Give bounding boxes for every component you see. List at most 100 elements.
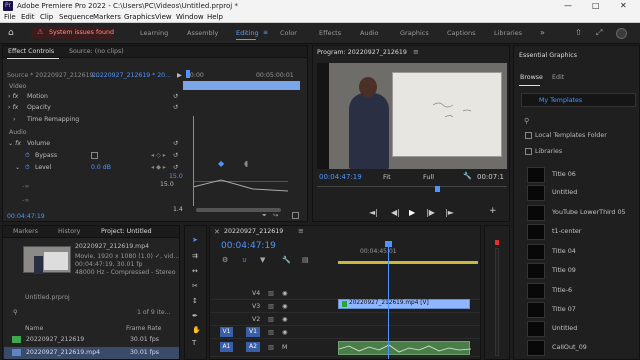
sync-lock-icon[interactable]: ▧ — [268, 329, 274, 336]
workspace-menu-icon[interactable]: ≡ — [263, 29, 268, 36]
col-name[interactable]: Name — [25, 325, 43, 332]
play-button[interactable]: ▶ — [409, 208, 415, 217]
menu-file[interactable]: File — [4, 13, 16, 22]
slip-tool-icon[interactable]: ↕ — [192, 297, 198, 305]
a1-source-patch[interactable]: A1 — [220, 342, 233, 352]
template-item[interactable]: Title 04 — [527, 243, 635, 261]
workspace-color[interactable]: Color — [280, 29, 297, 37]
step-back-icon[interactable]: ◄| — [369, 208, 378, 217]
reset-bypass-icon[interactable]: ↺ — [173, 152, 178, 159]
clip-thumbnail[interactable] — [23, 246, 71, 274]
sync-lock-icon[interactable]: ▧ — [268, 316, 274, 323]
next-frame-icon[interactable]: |▶ — [426, 208, 435, 217]
tab-project[interactable]: Project: Untitled — [101, 228, 152, 235]
bypass-stopwatch-icon[interactable]: ⏱ — [25, 152, 30, 160]
program-menu-icon[interactable]: ≡ — [413, 48, 419, 56]
type-tool-icon[interactable]: T — [192, 339, 196, 347]
eye-icon[interactable]: ◉ — [282, 290, 287, 297]
workspace-learning[interactable]: Learning — [140, 29, 168, 37]
menu-graphics[interactable]: Graphics — [124, 13, 155, 22]
track-label[interactable]: V1 — [246, 327, 260, 337]
play-clip-icon[interactable]: ▶ — [177, 72, 182, 79]
program-playhead[interactable] — [435, 186, 440, 192]
video-frame[interactable] — [317, 63, 507, 169]
menu-sequence[interactable]: Sequence — [59, 13, 94, 22]
sync-lock-icon[interactable]: ▧ — [268, 290, 274, 297]
template-item[interactable]: Untitled — [527, 320, 635, 338]
bypass-keyframe-nav[interactable]: ◂ ◇ ▸ — [151, 152, 166, 159]
col-frame-rate[interactable]: Frame Rate — [126, 325, 161, 332]
template-item[interactable]: Title-6 — [527, 282, 635, 300]
ec-zoom-scrollbar[interactable] — [196, 208, 281, 212]
template-item[interactable]: Title 07 — [527, 301, 635, 319]
search-icon[interactable]: ⚲ — [524, 117, 529, 125]
template-item[interactable]: CallOut_09 — [527, 339, 635, 357]
wrench-icon[interactable]: 🔧 — [463, 172, 472, 180]
tab-edit[interactable]: Edit — [552, 74, 564, 81]
home-icon[interactable]: ⌂ — [8, 28, 14, 38]
tab-effect-controls[interactable]: Effect Controls — [8, 48, 54, 55]
filter-icon[interactable]: ⏷ — [262, 212, 267, 220]
libraries-checkbox[interactable] — [525, 148, 532, 155]
ec-toggle-icon[interactable] — [292, 212, 299, 219]
templates-dropdown[interactable]: My Templates — [521, 93, 636, 107]
sync-lock-icon[interactable]: ▧ — [268, 344, 274, 351]
level-stopwatch-icon[interactable]: ⏱ — [25, 164, 30, 172]
eye-icon[interactable]: ◉ — [282, 316, 287, 323]
tab-source[interactable]: Source: (no clips) — [69, 48, 124, 55]
add-marker-icon[interactable]: ▼ — [260, 256, 265, 264]
time-remap-chevron-icon[interactable]: › — [13, 116, 15, 123]
minimize-icon[interactable]: — — [564, 0, 572, 11]
level-keyframe-nav[interactable]: ◂ ◆ ▸ — [151, 164, 166, 171]
eye-icon[interactable]: ◉ — [282, 329, 287, 336]
sequence-menu-icon[interactable]: ≡ — [298, 227, 304, 235]
system-issues-banner[interactable]: ⚠ System issues found — [31, 27, 114, 39]
more-workspaces-icon[interactable]: » — [540, 28, 545, 37]
source-select[interactable]: Source * 20220927_212619... — [7, 72, 99, 79]
reset-volume-icon[interactable]: ↺ — [173, 140, 178, 147]
menu-markers[interactable]: Markers — [93, 13, 121, 22]
workspace-editing[interactable]: Editing — [236, 29, 259, 37]
video-clip[interactable]: 20220927_212619.mp4 [V] — [338, 299, 470, 309]
keyframe-icon-2[interactable]: ◖ — [244, 159, 248, 168]
wrench-settings-icon[interactable]: 🔧 — [282, 256, 291, 264]
level-chevron-icon[interactable]: ⌄ — [15, 164, 20, 171]
timeline-timecode[interactable]: 00:04:47:19 — [221, 241, 276, 251]
motion-label[interactable]: Motion — [27, 93, 48, 100]
ec-timecode[interactable]: 00:04:47:19 — [7, 213, 45, 220]
tab-markers[interactable]: Markers — [13, 228, 38, 235]
maximize-icon[interactable]: □ — [592, 0, 600, 11]
tab-history[interactable]: History — [58, 228, 80, 235]
snap-icon[interactable]: ⚙ — [222, 256, 228, 264]
program-title[interactable]: Program: 20220927_212619 — [317, 49, 407, 56]
workspace-assembly[interactable]: Assembly — [187, 29, 218, 37]
step-forward-icon[interactable]: |► — [445, 208, 454, 217]
ripple-edit-icon[interactable]: ↔ — [192, 267, 198, 275]
level-value[interactable]: 0.0 dB — [91, 164, 111, 171]
add-button-icon[interactable]: + — [489, 206, 497, 216]
menu-window[interactable]: Window — [176, 13, 204, 22]
mute-icon[interactable]: M — [282, 344, 287, 351]
hand-tool-icon[interactable]: ✋ — [192, 326, 201, 334]
tab-browse[interactable]: Browse — [520, 74, 543, 81]
selection-tool-icon[interactable]: ➤ — [192, 236, 198, 244]
workspace-libraries[interactable]: Libraries — [494, 29, 522, 37]
volume-label[interactable]: Volume — [27, 140, 50, 147]
menu-view[interactable]: View — [155, 13, 172, 22]
workspace-audio[interactable]: Audio — [360, 29, 378, 37]
reset-level-icon[interactable]: ↺ — [173, 164, 178, 171]
menu-help[interactable]: Help — [207, 13, 223, 22]
razor-tool-icon[interactable]: ✂ — [192, 282, 198, 290]
timeline-playhead[interactable] — [388, 241, 389, 359]
quality-select[interactable]: Full — [423, 173, 434, 181]
close-icon[interactable]: ✕ — [620, 0, 627, 11]
work-area-bar[interactable] — [338, 261, 478, 264]
workspace-captions[interactable]: Captions — [447, 29, 476, 37]
sync-lock-icon[interactable]: ▧ — [268, 303, 274, 310]
template-item[interactable]: Title 06 — [527, 166, 635, 184]
workspace-graphics[interactable]: Graphics — [400, 29, 429, 37]
reset-opacity-icon[interactable]: ↺ — [173, 104, 178, 111]
list-item[interactable]: 20220927_212619 30.01 fps — [4, 334, 179, 346]
program-timecode[interactable]: 00:04:47:19 — [319, 173, 362, 181]
menu-edit[interactable]: Edit — [21, 13, 35, 22]
